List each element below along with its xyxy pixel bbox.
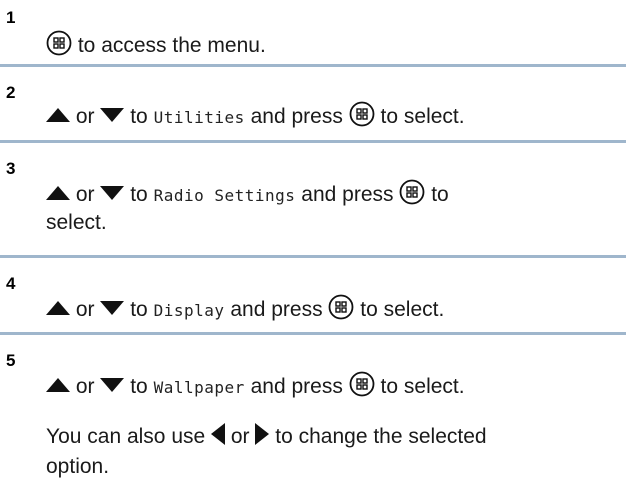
down-arrow-icon bbox=[100, 102, 125, 130]
or-text: or bbox=[75, 183, 95, 206]
to-select-text: to select. bbox=[360, 298, 445, 321]
step-4: 4 or to Display and press to select. bbox=[0, 258, 626, 330]
menu-target: Display bbox=[153, 301, 225, 320]
and-press-text: and press bbox=[301, 183, 394, 206]
menu-target: Wallpaper bbox=[153, 378, 245, 397]
menu-target: Radio Settings bbox=[153, 186, 296, 205]
or-text: or bbox=[75, 105, 95, 128]
step-text: to access the menu. bbox=[46, 30, 622, 64]
step-note-continued: option. bbox=[46, 453, 622, 481]
menu-target: Utilities bbox=[153, 108, 245, 127]
step-instruction: to access the menu. bbox=[77, 34, 266, 57]
menu-ok-button-icon bbox=[399, 179, 425, 213]
step-1: 1 to access the menu. bbox=[0, 0, 626, 62]
step-text: or to Wallpaper and press to select. bbox=[46, 371, 622, 405]
left-arrow-icon bbox=[211, 423, 226, 453]
to-text: to bbox=[130, 183, 148, 206]
step-number: 4 bbox=[6, 274, 16, 293]
step-text: or to Utilities and press to select. bbox=[46, 101, 622, 135]
step-text: or to Display and press to select. bbox=[46, 294, 622, 328]
step-number: 1 bbox=[6, 8, 16, 27]
right-arrow-icon bbox=[255, 423, 270, 453]
to-select-text: to select. bbox=[380, 105, 465, 128]
menu-ok-button-icon bbox=[328, 294, 354, 328]
or-text: or bbox=[230, 425, 250, 448]
up-arrow-icon bbox=[46, 295, 70, 323]
to-text: to bbox=[130, 298, 148, 321]
and-press-text: and press bbox=[230, 298, 323, 321]
select-text: select. bbox=[46, 211, 107, 234]
step-number: 2 bbox=[6, 83, 16, 102]
step-2: 2 or to Utilities and press to select. bbox=[0, 67, 626, 137]
up-arrow-icon bbox=[46, 372, 70, 400]
step-3: 3 or to Radio Settings and press to sele… bbox=[0, 143, 626, 253]
to-text: to bbox=[431, 183, 449, 206]
or-text: or bbox=[75, 298, 95, 321]
menu-ok-button-icon bbox=[349, 371, 375, 405]
to-text: to bbox=[130, 105, 148, 128]
step-number: 5 bbox=[6, 351, 16, 370]
note-text: option. bbox=[46, 455, 110, 478]
note-text: You can also use bbox=[46, 425, 206, 448]
step-5: 5 or to Wallpaper and press to select. Y… bbox=[0, 335, 626, 491]
up-arrow-icon bbox=[46, 102, 70, 130]
and-press-text: and press bbox=[250, 105, 343, 128]
down-arrow-icon bbox=[100, 180, 125, 208]
or-text: or bbox=[75, 375, 95, 398]
note-text: to change the selected bbox=[275, 425, 487, 448]
down-arrow-icon bbox=[100, 372, 125, 400]
up-arrow-icon bbox=[46, 180, 70, 208]
down-arrow-icon bbox=[100, 295, 125, 323]
to-text: to bbox=[130, 375, 148, 398]
to-select-text: to select. bbox=[380, 375, 465, 398]
and-press-text: and press bbox=[250, 375, 343, 398]
step-text-continued: select. bbox=[46, 209, 622, 237]
menu-ok-button-icon bbox=[46, 30, 72, 64]
step-note: You can also use or to change the select… bbox=[46, 423, 622, 453]
menu-ok-button-icon bbox=[349, 101, 375, 135]
step-text: or to Radio Settings and press to bbox=[46, 179, 622, 213]
step-number: 3 bbox=[6, 159, 16, 178]
